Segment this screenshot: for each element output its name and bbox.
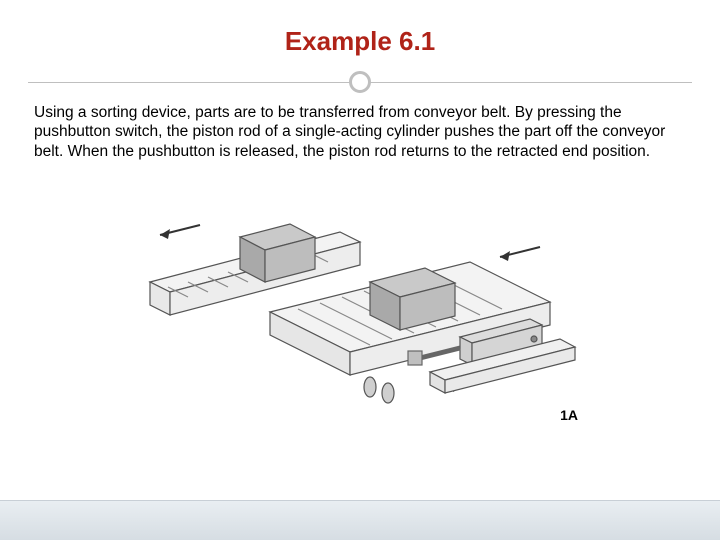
figure-svg [130,187,590,437]
body-paragraph: Using a sorting device, parts are to be … [28,103,692,161]
slide: Example 6.1 Using a sorting device, part… [0,0,720,540]
slide-title: Example 6.1 [28,26,692,57]
title-divider [28,71,692,95]
slide-footer-bar [0,500,720,540]
conveyor-cylinder-figure: 1A [130,187,590,437]
figure-label: 1A [560,407,578,423]
divider-circle-icon [349,71,371,93]
